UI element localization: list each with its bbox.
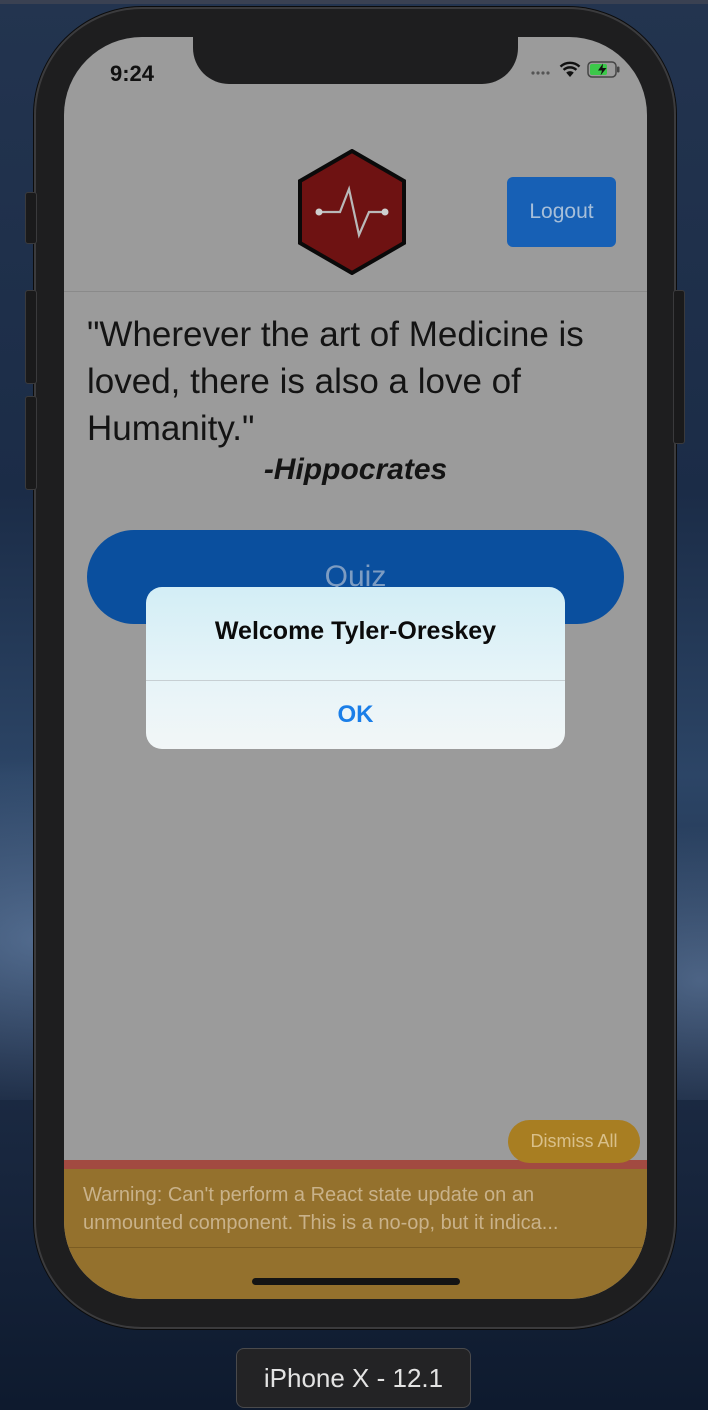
phone-screen: 9:24 Logout "Wherever the art of Medicin… xyxy=(64,37,647,1299)
quote-text: "Wherever the art of Medicine is loved, … xyxy=(87,315,584,448)
side-button-volume-down xyxy=(25,396,37,490)
warning-message: Warning: Can't perform a React state upd… xyxy=(83,1181,635,1237)
warning-line-1: Warning: Can't perform a React state upd… xyxy=(83,1184,535,1206)
simulator-top-bar xyxy=(0,0,708,4)
warning-line-2: unmounted component. This is a no-op, bu… xyxy=(83,1212,559,1234)
wifi-icon xyxy=(559,61,581,83)
warning-divider xyxy=(64,1247,647,1248)
battery-charging-icon xyxy=(587,61,621,83)
heartbeat-logo-icon xyxy=(297,148,407,280)
status-time: 9:24 xyxy=(110,61,155,86)
status-icons xyxy=(531,61,621,83)
simulator-device-label: iPhone X - 12.1 xyxy=(236,1348,471,1408)
dismiss-all-button[interactable]: Dismiss All xyxy=(508,1120,640,1163)
welcome-alert-dialog: Welcome Tyler-Oreskey OK xyxy=(146,587,565,749)
side-button-volume-up xyxy=(25,290,37,384)
side-button-mute xyxy=(25,192,37,244)
home-indicator[interactable] xyxy=(252,1278,460,1285)
signal-icon xyxy=(531,63,553,81)
logout-button[interactable]: Logout xyxy=(507,177,616,247)
alert-title: Welcome Tyler-Oreskey xyxy=(214,617,497,645)
notch xyxy=(193,37,518,84)
side-button-power xyxy=(673,290,685,444)
alert-ok-button[interactable]: OK xyxy=(146,681,565,749)
quote-author: -Hippocrates xyxy=(263,453,448,486)
